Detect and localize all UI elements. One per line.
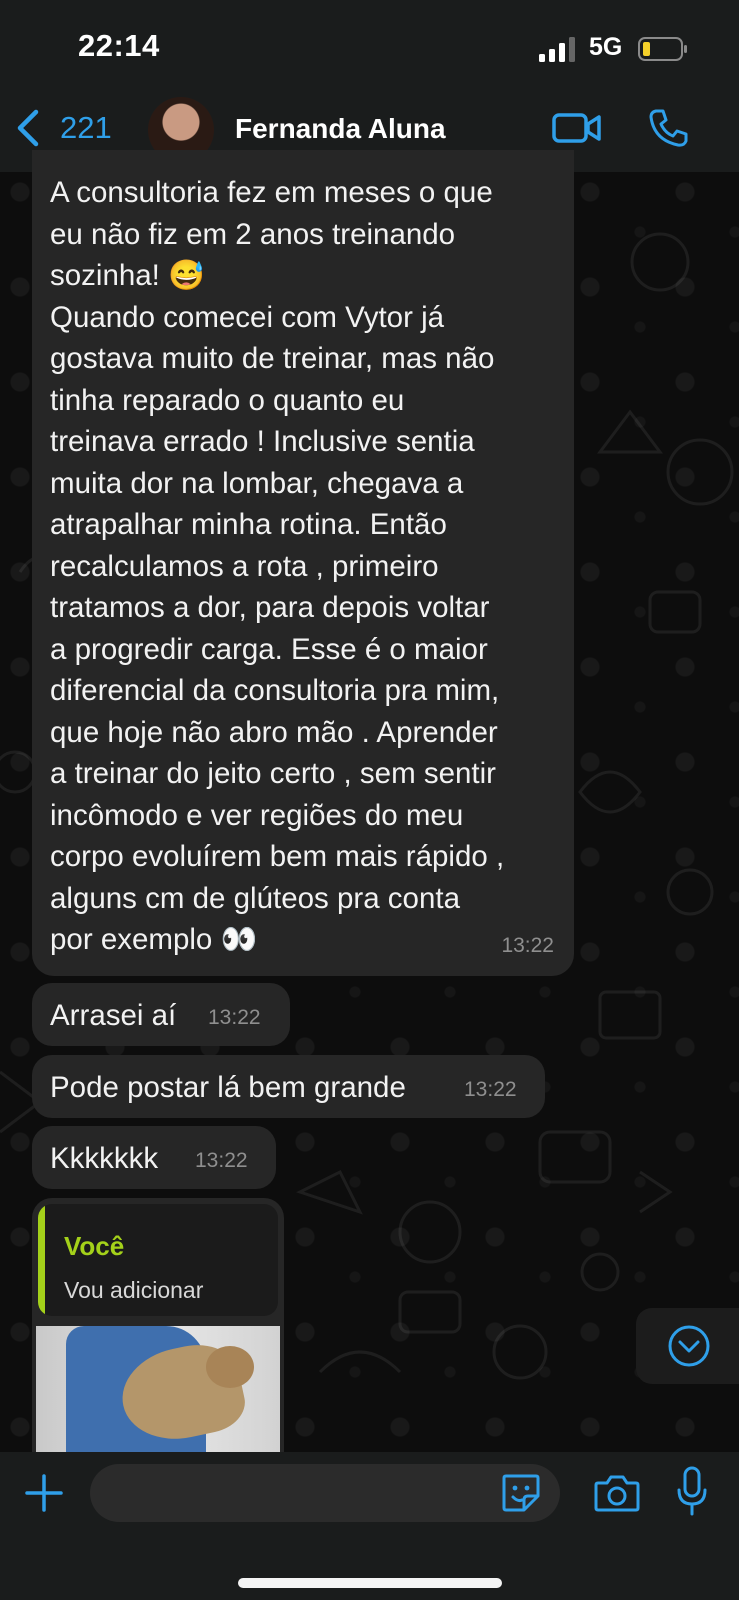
message-line: recalculamos a rota , primeiro <box>50 549 439 583</box>
quote-accent-bar <box>38 1204 45 1316</box>
message-time: 13:22 <box>501 933 554 957</box>
message-line: incômodo e ver regiões do meu <box>50 798 464 832</box>
signal-icon <box>539 37 575 62</box>
quote-author: Você <box>64 1231 125 1261</box>
message-line: gostava muito de treinar, mas não <box>50 342 495 375</box>
message-line: atrapalhar minha rotina. Então <box>50 508 447 541</box>
home-indicator <box>238 1578 502 1588</box>
battery-icon <box>638 37 687 61</box>
message-line: Quando comecei com Vytor já <box>50 300 445 334</box>
message-bubble[interactable]: Kkkkkkk 13:22 <box>32 1126 276 1189</box>
media-monkey-head-shape <box>206 1346 254 1388</box>
message-line: muita dor na lombar, chegava a <box>50 466 464 500</box>
message-line: alguns cm de glúteos pra conta <box>50 881 460 915</box>
message-text: Arrasei aí <box>50 999 177 1032</box>
scroll-to-bottom-button[interactable] <box>636 1308 739 1384</box>
message-time: 13:22 <box>195 1148 248 1172</box>
chevron-down-circle-icon <box>668 1325 710 1367</box>
unread-count: 221 <box>60 110 112 145</box>
message-line: tinha reparado o quanto eu <box>50 383 405 417</box>
camera-icon[interactable] <box>594 1474 640 1512</box>
message-line: por exemplo 👀 <box>50 923 258 956</box>
network-label: 5G <box>589 33 623 61</box>
message-bubble[interactable]: Arrasei aí 13:22 <box>32 983 290 1046</box>
chevron-left-icon <box>17 109 39 147</box>
message-line: treinava errado ! Inclusive sentia <box>50 425 475 458</box>
message-text: A consultoria fez em meses o que eu não … <box>50 172 560 961</box>
message-input[interactable] <box>90 1464 560 1522</box>
message-line: diferencial da consultoria pra mim, <box>50 674 500 707</box>
message-line: eu não fiz em 2 anos treinando <box>50 217 456 251</box>
message-line: corpo evoluírem bem mais rápido , <box>50 840 505 873</box>
message-line: sozinha! 😅 <box>50 259 205 292</box>
microphone-icon[interactable] <box>676 1466 708 1518</box>
message-line: a progredir carga. Esse é o maior <box>50 632 488 666</box>
message-line: que hoje não abro mão . Aprender <box>50 715 498 749</box>
back-button[interactable]: 221 <box>14 108 112 148</box>
message-text: Kkkkkkk <box>50 1142 159 1175</box>
message-bubble[interactable]: A consultoria fez em meses o que eu não … <box>32 150 574 976</box>
message-bubble[interactable]: Pode postar lá bem grande 13:22 <box>32 1055 545 1118</box>
reply-message-bubble[interactable]: Você Vou adicionar <box>32 1198 284 1458</box>
chat-header: 22:14 5G 221 Fernanda Aluna <box>0 0 739 172</box>
video-call-icon[interactable] <box>552 112 602 144</box>
quoted-message[interactable]: Você Vou adicionar <box>38 1204 278 1316</box>
sticker-icon[interactable] <box>500 1472 542 1514</box>
message-line: a treinar do jeito certo , sem sentir <box>50 757 496 790</box>
message-line: A consultoria fez em meses o que <box>50 176 493 209</box>
message-text: Pode postar lá bem grande <box>50 1071 406 1104</box>
quote-text: Vou adicionar <box>64 1277 204 1303</box>
plus-icon[interactable] <box>24 1473 64 1513</box>
contact-name[interactable]: Fernanda Aluna <box>235 113 446 145</box>
status-time: 22:14 <box>78 28 160 63</box>
message-time: 13:22 <box>464 1077 517 1101</box>
message-composer <box>0 1452 739 1600</box>
message-line: tratamos a dor, para depois voltar <box>50 591 490 624</box>
phone-call-icon[interactable] <box>648 108 688 148</box>
media-thumbnail[interactable] <box>36 1326 280 1458</box>
message-time: 13:22 <box>208 1005 261 1029</box>
